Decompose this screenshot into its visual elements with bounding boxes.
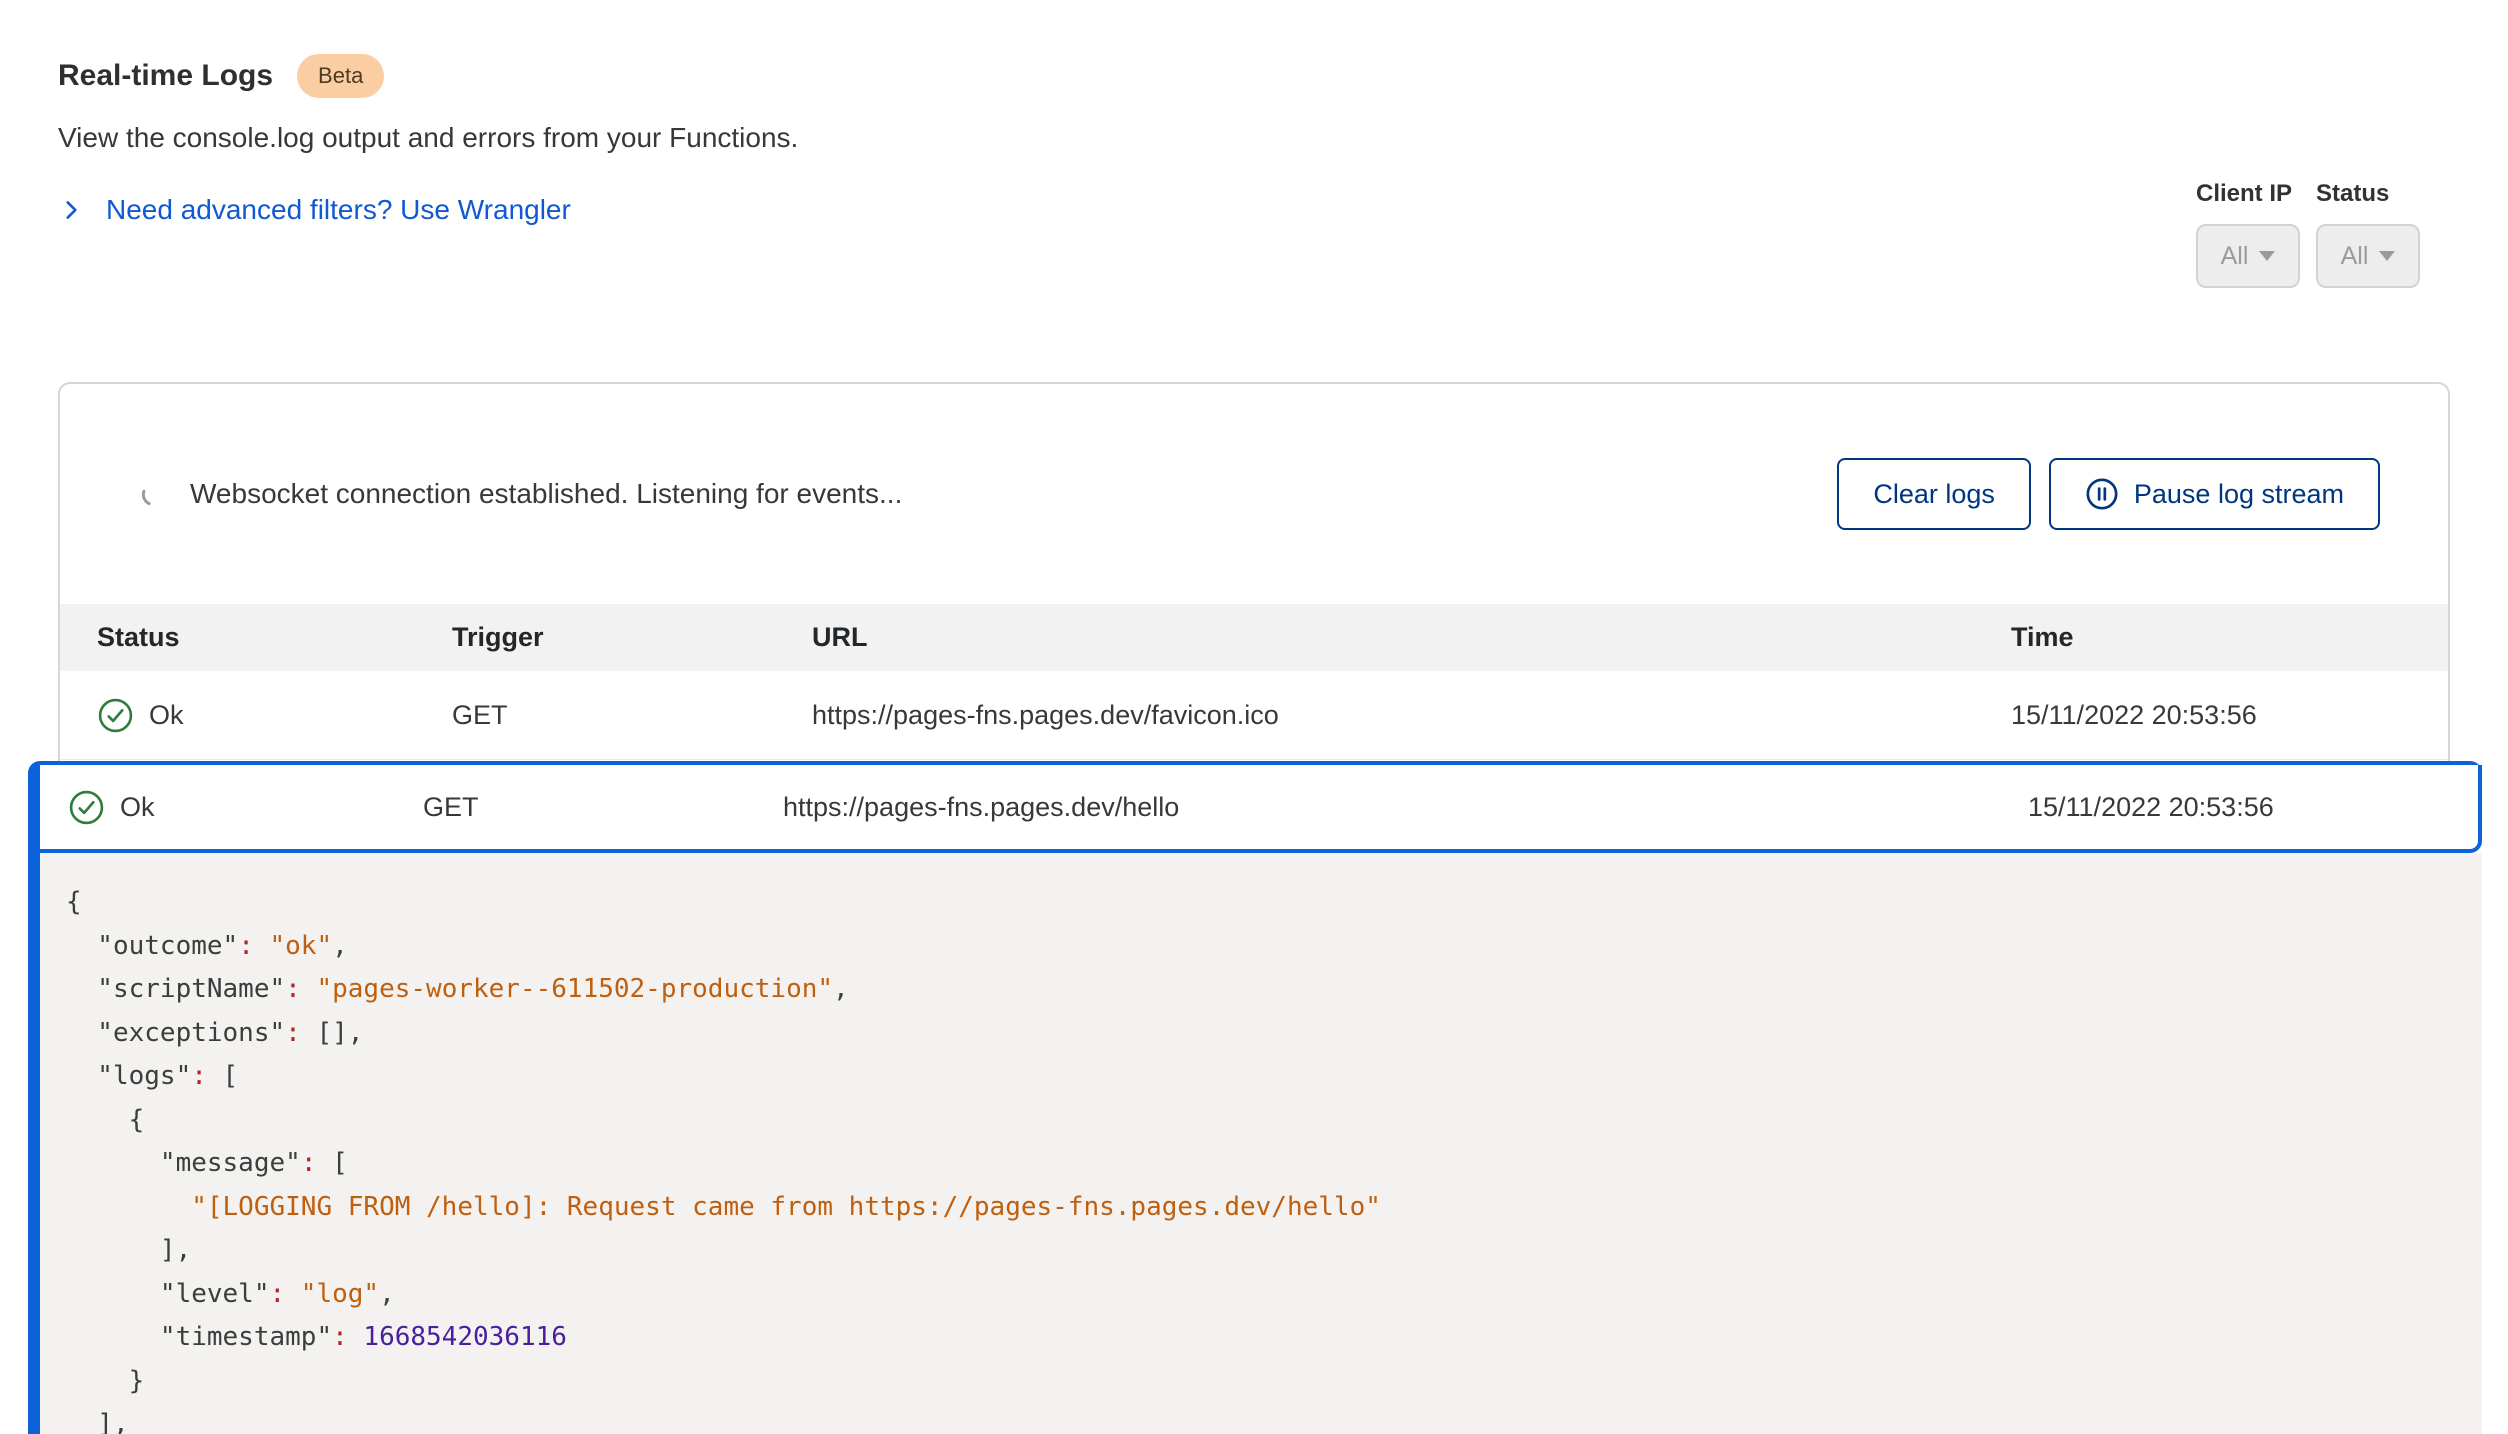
trigger-cell: GET — [452, 700, 812, 731]
spinner-icon — [140, 481, 167, 508]
code-line: "[LOGGING FROM /hello]: Request came fro… — [66, 1186, 2462, 1230]
url-cell: https://pages-fns.pages.dev/hello — [783, 792, 2028, 823]
caret-down-icon — [2379, 251, 2395, 261]
clear-logs-label: Clear logs — [1873, 479, 1995, 510]
client-ip-value: All — [2221, 242, 2249, 271]
client-ip-label: Client IP — [2196, 180, 2300, 208]
code-line: "timestamp": 1668542036116 — [66, 1316, 2462, 1360]
websocket-status-text: Websocket connection established. Listen… — [190, 478, 902, 510]
chevron-right-icon — [58, 197, 84, 223]
expanded-log-entry: Ok GET https://pages-fns.pages.dev/hello… — [28, 761, 2482, 1434]
code-line: "exceptions": [], — [66, 1012, 2462, 1056]
code-line: ], — [66, 1229, 2462, 1273]
status-filter: Status All — [2316, 180, 2420, 288]
status-label: Status — [2316, 180, 2420, 208]
beta-badge: Beta — [297, 54, 384, 98]
page-title: Real-time Logs — [58, 59, 273, 93]
column-header-time: Time — [2011, 622, 2448, 653]
check-circle-icon — [68, 789, 105, 826]
page-header: Real-time Logs Beta View the console.log… — [58, 54, 798, 226]
page-subtitle: View the console.log output and errors f… — [58, 122, 798, 154]
code-line: "level": "log", — [66, 1273, 2462, 1317]
status-text: Ok — [120, 792, 155, 823]
time-cell: 15/11/2022 20:53:56 — [2011, 700, 2448, 731]
websocket-status-bar: Websocket connection established. Listen… — [60, 384, 2448, 604]
wrangler-link[interactable]: Need advanced filters? Use Wrangler — [58, 194, 571, 226]
status-value: All — [2341, 242, 2369, 271]
wrangler-link-label: Need advanced filters? Use Wrangler — [106, 194, 571, 226]
code-line: ], — [66, 1403, 2462, 1434]
status-dropdown[interactable]: All — [2316, 224, 2420, 288]
code-line: "message": [ — [66, 1142, 2462, 1186]
url-cell: https://pages-fns.pages.dev/favicon.ico — [812, 700, 2011, 731]
status-cell: Ok — [97, 697, 452, 734]
client-ip-dropdown[interactable]: All — [2196, 224, 2300, 288]
table-header: Status Trigger URL Time — [60, 604, 2448, 671]
code-line: "logs": [ — [66, 1055, 2462, 1099]
table-body: Ok GET https://pages-fns.pages.dev/favic… — [60, 671, 2448, 760]
pause-log-stream-label: Pause log stream — [2134, 479, 2344, 510]
status-text: Ok — [149, 700, 184, 731]
table-row[interactable]: Ok GET https://pages-fns.pages.dev/favic… — [60, 671, 2448, 760]
selected-table-row[interactable]: Ok GET https://pages-fns.pages.dev/hello… — [40, 765, 2482, 853]
code-line: { — [66, 881, 2462, 925]
client-ip-filter: Client IP All — [2196, 180, 2300, 288]
code-line: "outcome": "ok", — [66, 925, 2462, 969]
pause-log-stream-button[interactable]: Pause log stream — [2049, 458, 2380, 530]
caret-down-icon — [2259, 251, 2275, 261]
code-line: "scriptName": "pages-worker--611502-prod… — [66, 968, 2462, 1012]
clear-logs-button[interactable]: Clear logs — [1837, 458, 2031, 530]
code-line: } — [66, 1360, 2462, 1404]
filters: Client IP All Status All — [2196, 180, 2420, 288]
code-line: { — [66, 1099, 2462, 1143]
time-cell: 15/11/2022 20:53:56 — [2028, 792, 2478, 823]
check-circle-icon — [97, 697, 134, 734]
log-detail-json: { "outcome": "ok", "scriptName": "pages-… — [40, 853, 2482, 1434]
trigger-cell: GET — [423, 792, 783, 823]
pause-icon — [2085, 477, 2119, 511]
column-header-url: URL — [812, 622, 2011, 653]
column-header-status: Status — [97, 622, 452, 653]
status-cell: Ok — [68, 789, 423, 826]
log-card: Websocket connection established. Listen… — [58, 382, 2450, 763]
column-header-trigger: Trigger — [452, 622, 812, 653]
log-actions: Clear logs Pause log stream — [1837, 458, 2380, 530]
